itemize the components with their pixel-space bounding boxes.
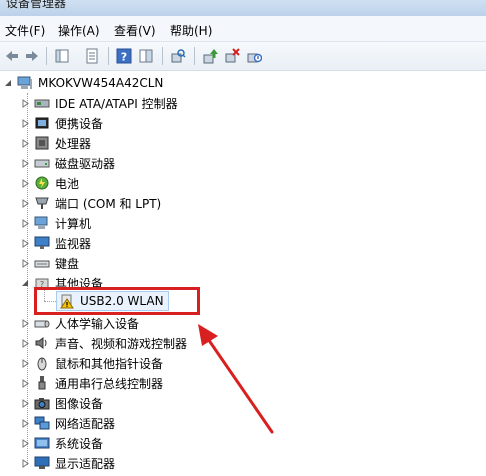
annotation-arrow [198, 324, 274, 434]
arrow-head-icon [198, 324, 218, 346]
